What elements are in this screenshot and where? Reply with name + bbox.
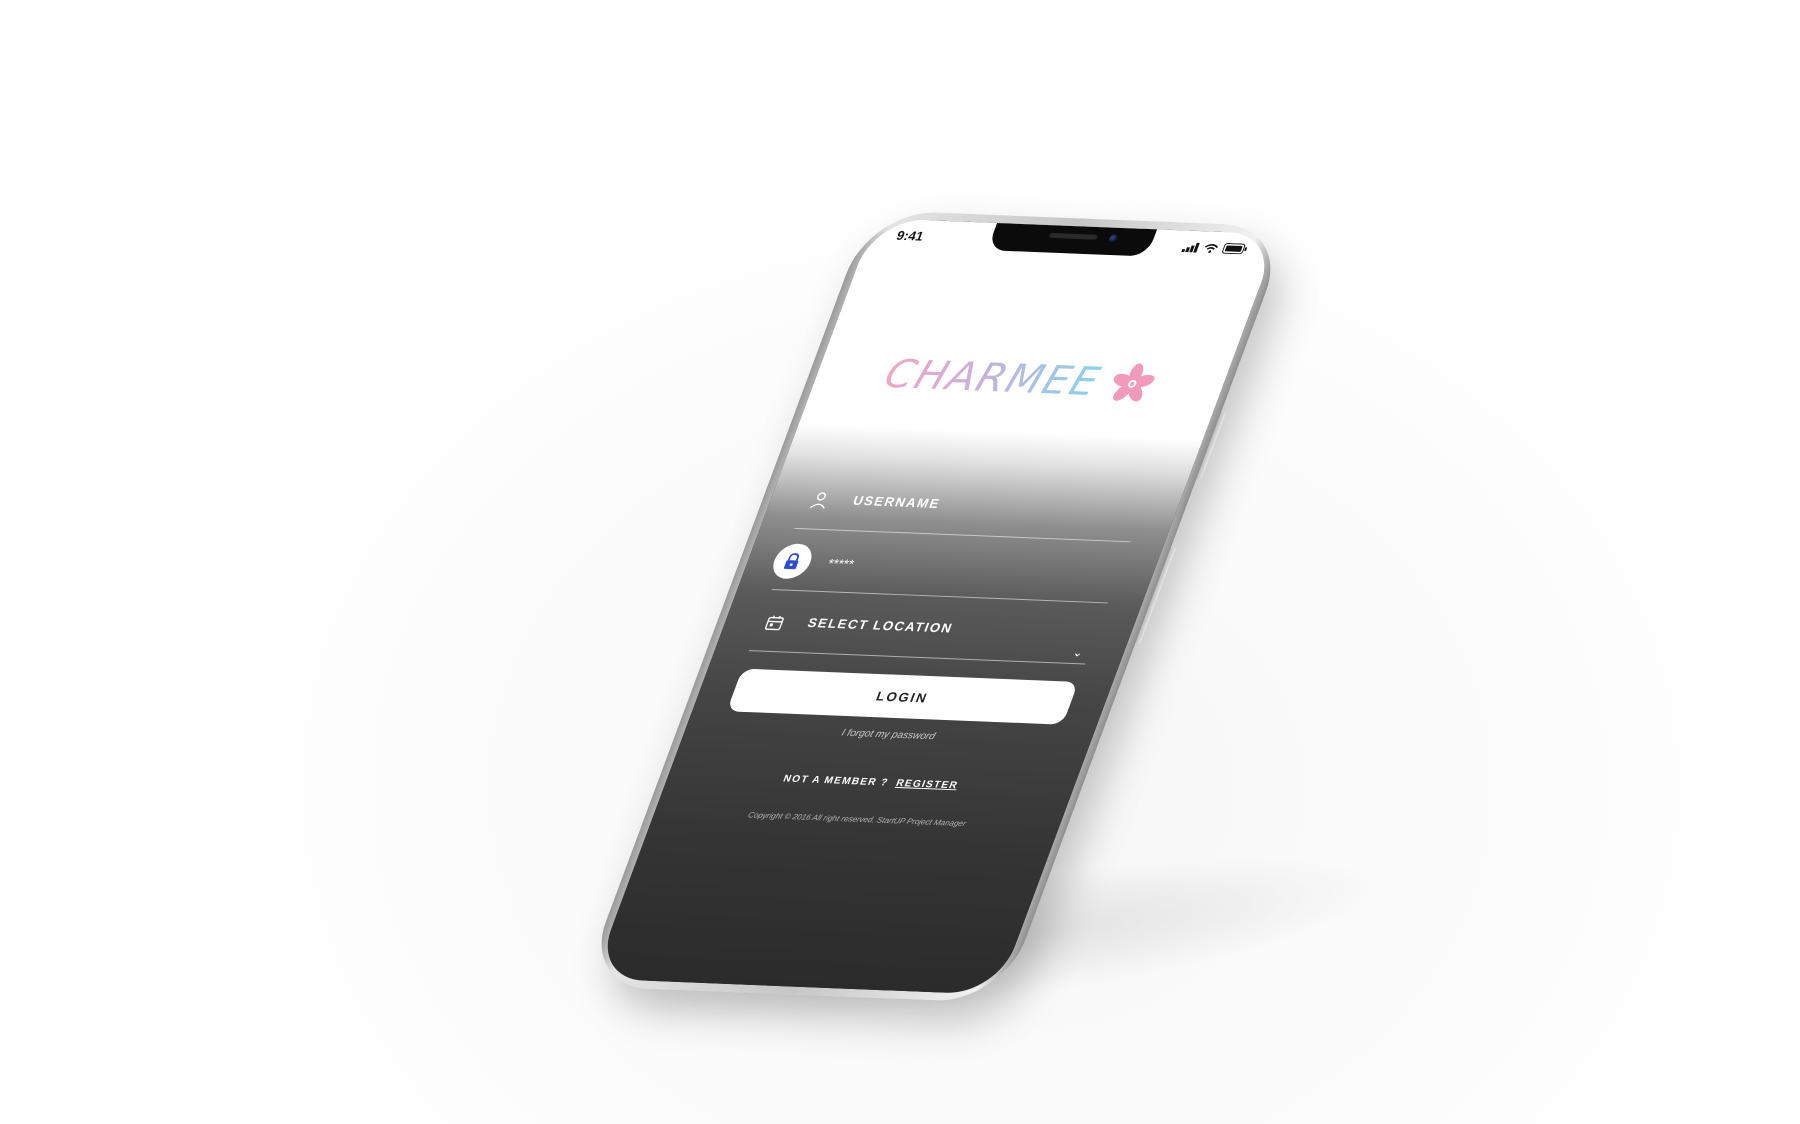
copyright-text: Copyright © 2016 All right reserved. Sta…: [746, 810, 968, 829]
username-field[interactable]: USERNAME: [794, 473, 1151, 543]
calendar-icon: [764, 615, 784, 631]
wifi-icon: [1205, 243, 1219, 253]
mockup-stage: 9:41 CHARMEE USERNAME ***** SELECT LOCAT…: [0, 0, 1800, 1124]
location-field[interactable]: SELECT LOCATION ⌄: [748, 595, 1106, 665]
password-field[interactable]: [767, 534, 1129, 604]
user-icon: [809, 492, 826, 509]
app-logo: CHARMEE: [810, 349, 1231, 410]
front-camera: [1107, 234, 1119, 243]
earpiece-speaker: [1048, 232, 1099, 240]
not-member-text: NOT A MEMBER ?: [781, 773, 891, 789]
register-prompt: NOT A MEMBER ? REGISTER: [701, 770, 1041, 794]
status-icons: [1181, 241, 1249, 255]
signal-icon: [1181, 242, 1200, 253]
cherry-blossom-icon: [1112, 363, 1155, 402]
chevron-down-icon[interactable]: ⌄: [1071, 645, 1086, 659]
lock-icon-circle: [767, 543, 817, 580]
status-time: 9:41: [894, 227, 926, 244]
register-link[interactable]: REGISTER: [894, 778, 959, 791]
login-button[interactable]: LOGIN: [726, 668, 1079, 725]
lock-icon: [783, 553, 799, 570]
username-label: USERNAME: [850, 492, 943, 511]
password-input[interactable]: [821, 549, 1056, 586]
location-label: SELECT LOCATION: [805, 615, 956, 636]
battery-icon: [1222, 243, 1248, 255]
logo-wordmark: CHARMEE: [878, 351, 1108, 405]
forgot-password-link[interactable]: I forgot my password: [718, 723, 1058, 747]
